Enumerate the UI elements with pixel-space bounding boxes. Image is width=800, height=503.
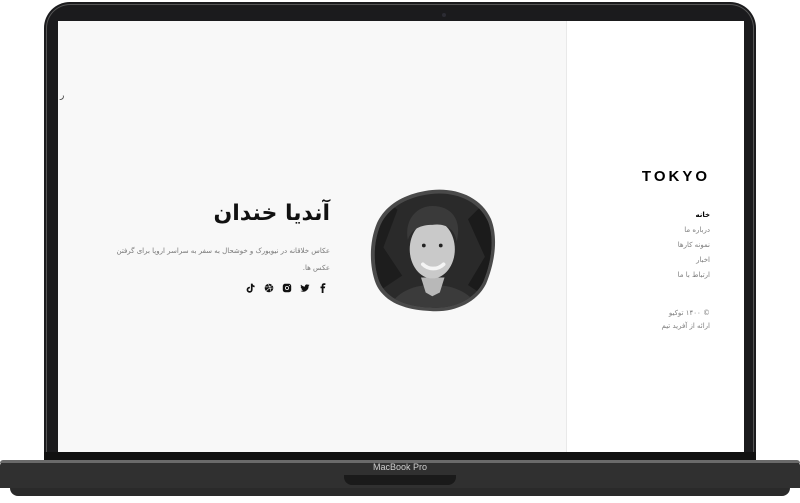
profile-bio: عکاس خلاقانه در نیویورک و خوشحال به سفر … (116, 247, 331, 272)
facebook-icon[interactable] (318, 283, 328, 293)
screen: ر آندیا خندان عکاس خلاقانه در نیویورک و … (58, 21, 744, 452)
copyright-line-2: ارائه از آفرید تیم (661, 322, 710, 330)
laptop-base-bottom (10, 488, 790, 496)
profile-avatar (370, 189, 496, 312)
profile-name: آندیا خندان (213, 201, 330, 226)
copyright-line-1: © ۱۴۰۰ توکیو (668, 309, 710, 317)
dribbble-icon[interactable] (264, 283, 274, 293)
nav-item-news[interactable]: اخبار (678, 253, 710, 268)
main-content: ر آندیا خندان عکاس خلاقانه در نیویورک و … (58, 21, 566, 452)
nav-item-about[interactable]: درباره ما (678, 223, 710, 238)
camera-dot (442, 13, 446, 17)
nav-item-contact[interactable]: ارتباط با ما (678, 268, 710, 283)
nav-item-portfolio[interactable]: نمونه کارها (678, 238, 710, 253)
nav-item-home[interactable]: خانه (678, 208, 710, 223)
instagram-icon[interactable] (282, 283, 292, 293)
laptop-notch (344, 475, 456, 485)
device-label: MacBook Pro (372, 462, 428, 472)
social-links (246, 283, 328, 293)
side-mark: ر (60, 91, 65, 101)
copyright: © ۱۴۰۰ توکیو ارائه از آفرید تیم (662, 307, 710, 333)
site-logo[interactable]: TOKYO (642, 168, 710, 185)
twitter-icon[interactable] (300, 283, 310, 293)
sidebar: TOKYO خانه درباره ما نمونه کارها اخبار ا… (566, 21, 744, 452)
main-nav: خانه درباره ما نمونه کارها اخبار ارتباط … (678, 208, 710, 283)
tiktok-icon[interactable] (246, 283, 256, 293)
laptop-base: MacBook Pro (0, 452, 800, 503)
